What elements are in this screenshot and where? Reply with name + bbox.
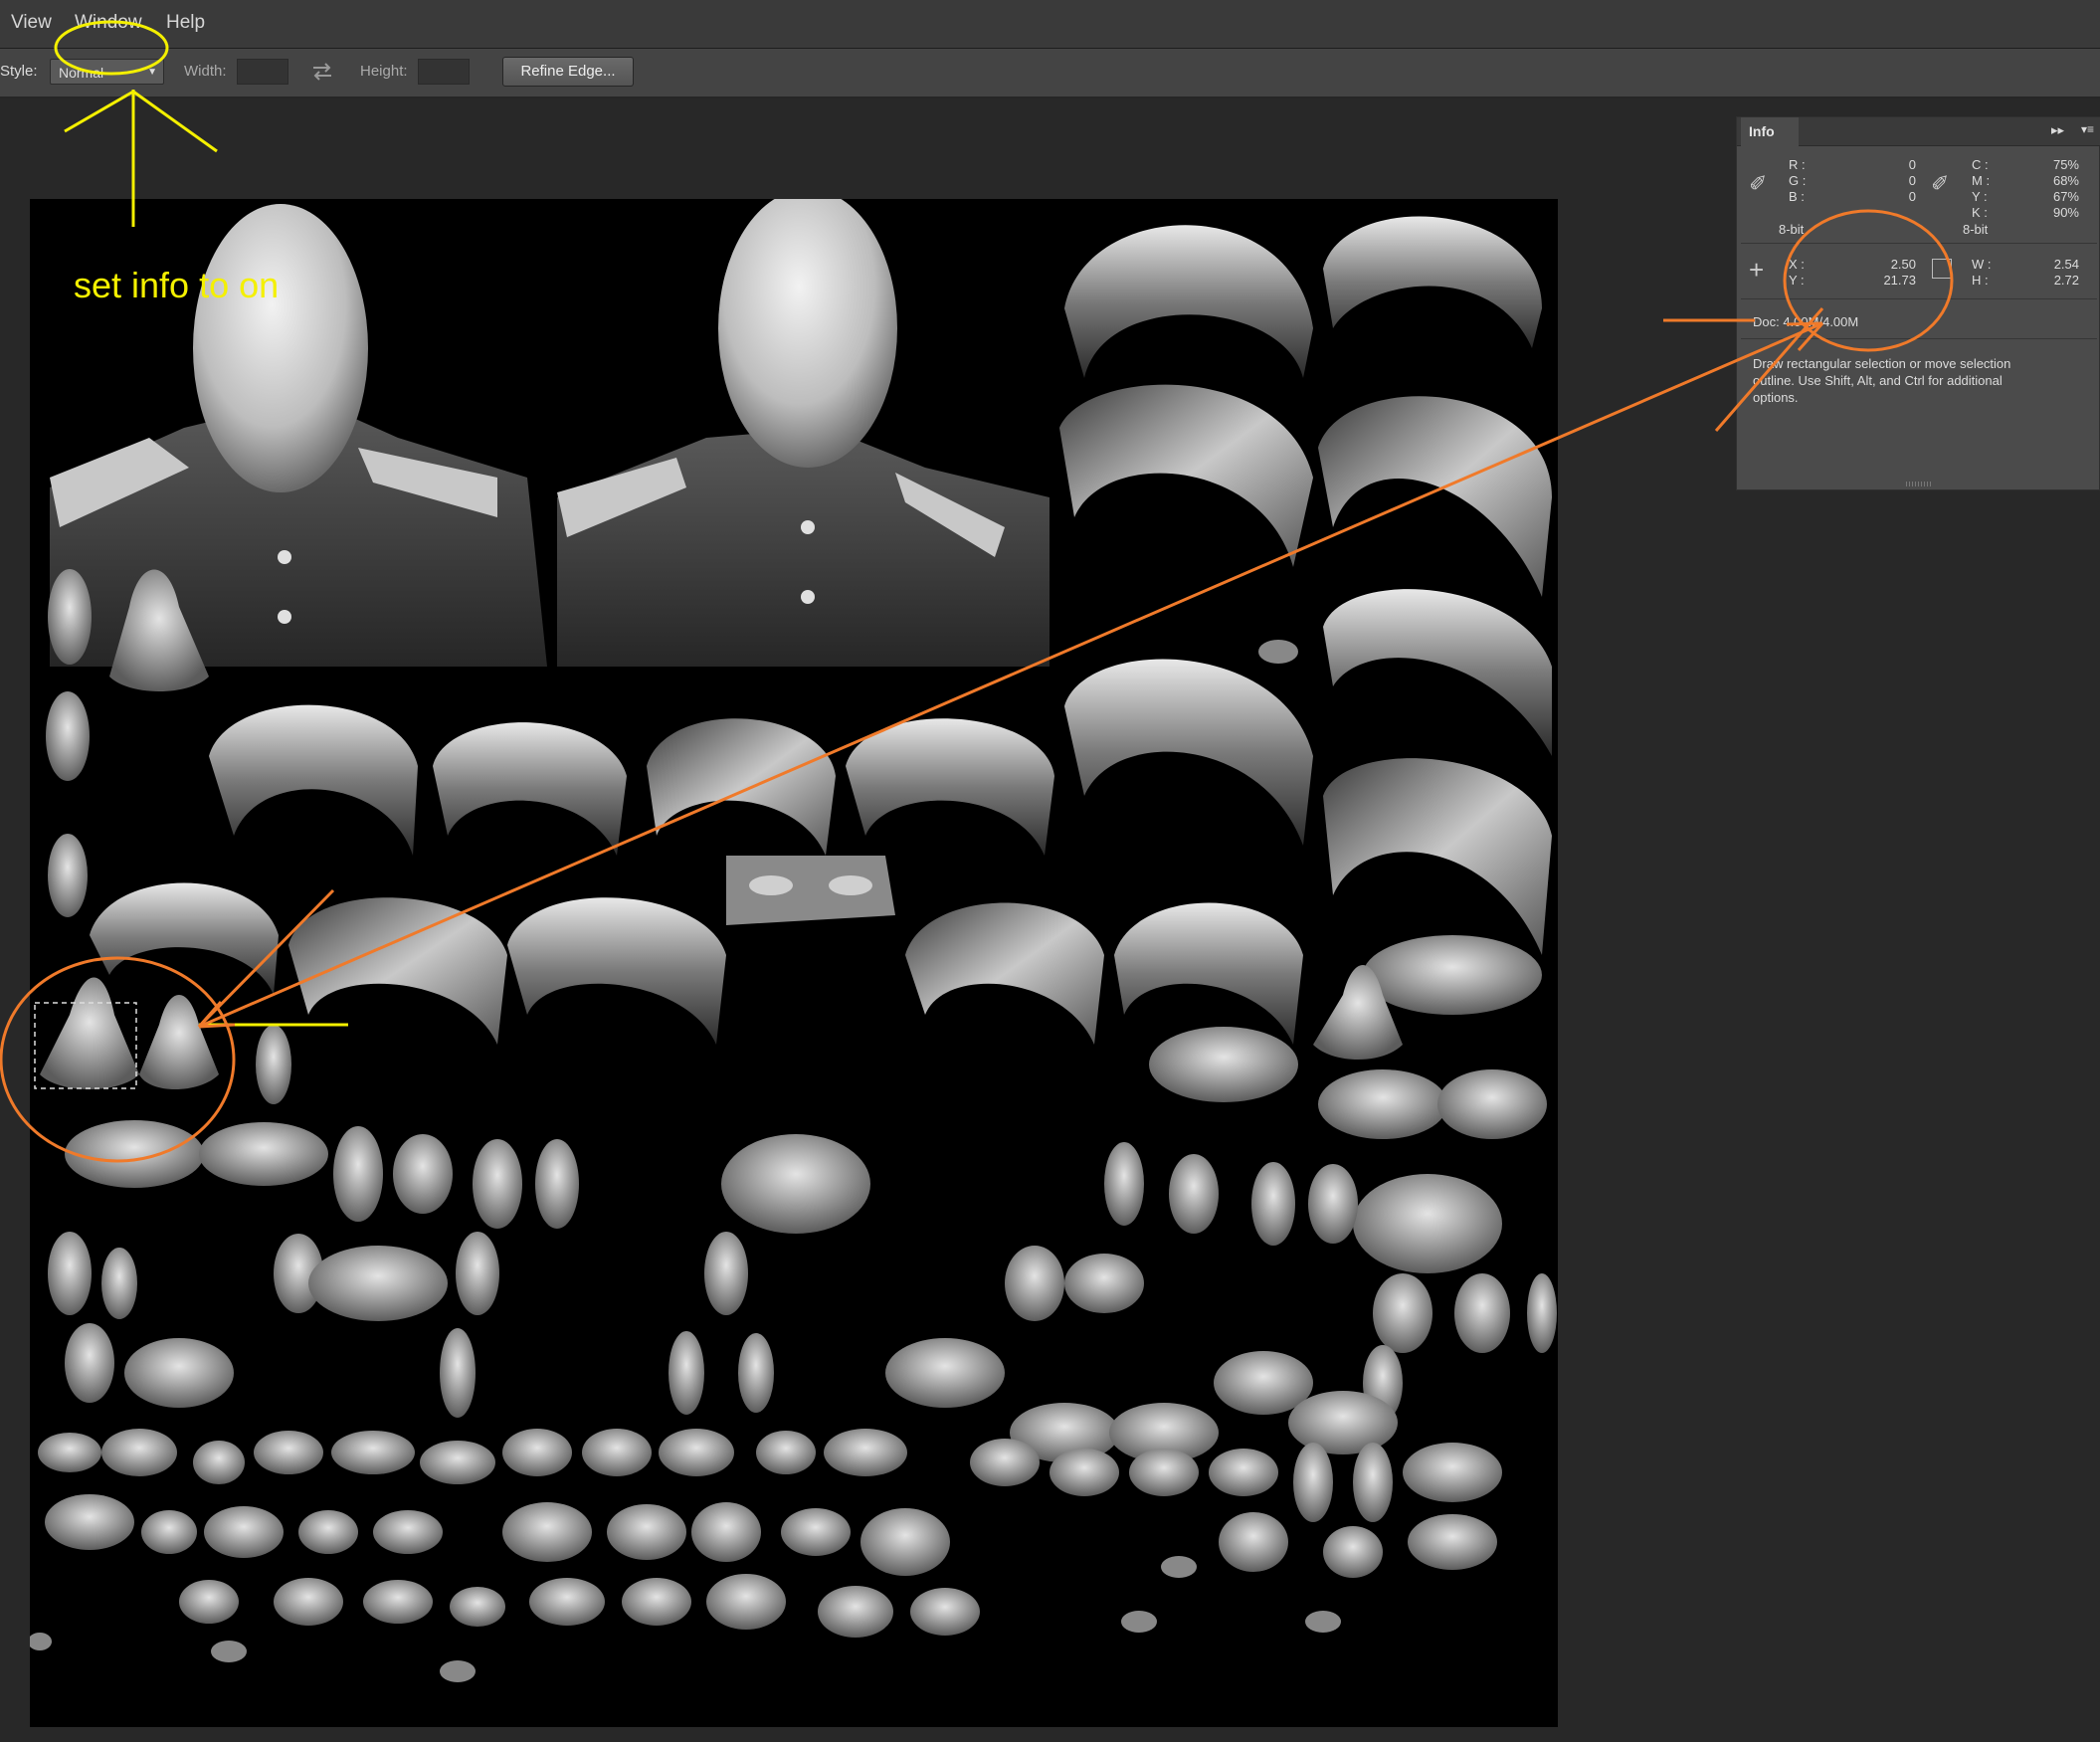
annotation-overlay [0, 20, 1954, 1163]
orange-short-arrow [197, 888, 335, 1029]
orange-long-arrow [198, 321, 1823, 1029]
window-menu-highlight [54, 20, 169, 76]
selection-highlight [0, 956, 236, 1163]
orange-pointer-line-2 [1714, 307, 1824, 432]
yellow-arrow [64, 90, 218, 227]
